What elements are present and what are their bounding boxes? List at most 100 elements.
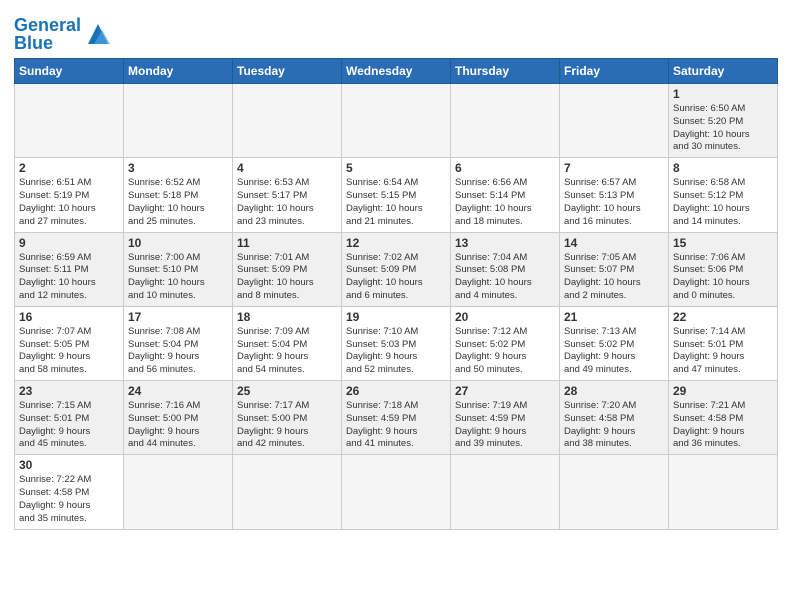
day-number: 1 [673, 87, 773, 101]
day-cell [451, 455, 560, 529]
day-cell: 16 Sunrise: 7:07 AM Sunset: 5:05 PM Dayli… [15, 306, 124, 380]
week-row-6: 30Sunrise: 7:22 AM Sunset: 4:58 PM Dayli… [15, 455, 778, 529]
day-number: 17 [128, 310, 228, 324]
day-cell: 7Sunrise: 6:57 AM Sunset: 5:13 PM Daylig… [560, 158, 669, 232]
day-info: Sunrise: 6:51 AM Sunset: 5:19 PM Dayligh… [19, 177, 119, 228]
day-info: Sunrise: 7:20 AM Sunset: 4:58 PM Dayligh… [564, 400, 664, 451]
day-number: 22 [673, 310, 773, 324]
day-cell [342, 455, 451, 529]
day-info: Sunrise: 6:57 AM Sunset: 5:13 PM Dayligh… [564, 177, 664, 228]
weekday-header-wednesday: Wednesday [342, 59, 451, 84]
day-cell: 23Sunrise: 7:15 AM Sunset: 5:01 PM Dayli… [15, 381, 124, 455]
week-row-4: 16 Sunrise: 7:07 AM Sunset: 5:05 PM Dayli… [15, 306, 778, 380]
day-number: 12 [346, 236, 446, 250]
day-cell [124, 84, 233, 158]
logo-icon [84, 20, 112, 48]
day-number: 16 [19, 310, 119, 324]
day-cell: 2Sunrise: 6:51 AM Sunset: 5:19 PM Daylig… [15, 158, 124, 232]
day-cell: 10 Sunrise: 7:00 AM Sunset: 5:10 PM Dayli… [124, 232, 233, 306]
day-number: 29 [673, 384, 773, 398]
day-info: Sunrise: 7:09 AM Sunset: 5:04 PM Dayligh… [237, 326, 337, 377]
day-cell: 13 Sunrise: 7:04 AM Sunset: 5:08 PM Dayli… [451, 232, 560, 306]
day-info: Sunrise: 7:22 AM Sunset: 4:58 PM Dayligh… [19, 474, 119, 525]
day-number: 3 [128, 161, 228, 175]
day-info: Sunrise: 7:19 AM Sunset: 4:59 PM Dayligh… [455, 400, 555, 451]
day-number: 18 [237, 310, 337, 324]
day-cell: 27 Sunrise: 7:19 AM Sunset: 4:59 PM Dayli… [451, 381, 560, 455]
day-info: Sunrise: 7:14 AM Sunset: 5:01 PM Dayligh… [673, 326, 773, 377]
day-cell: 29 Sunrise: 7:21 AM Sunset: 4:58 PM Dayli… [669, 381, 778, 455]
day-cell: 25Sunrise: 7:17 AM Sunset: 5:00 PM Dayli… [233, 381, 342, 455]
day-info: Sunrise: 7:18 AM Sunset: 4:59 PM Dayligh… [346, 400, 446, 451]
day-info: Sunrise: 7:00 AM Sunset: 5:10 PM Dayligh… [128, 252, 228, 303]
day-info: Sunrise: 7:08 AM Sunset: 5:04 PM Dayligh… [128, 326, 228, 377]
day-info: Sunrise: 7:07 AM Sunset: 5:05 PM Dayligh… [19, 326, 119, 377]
day-cell: 11 Sunrise: 7:01 AM Sunset: 5:09 PM Dayli… [233, 232, 342, 306]
day-cell: 9 Sunrise: 6:59 AM Sunset: 5:11 PM Daylig… [15, 232, 124, 306]
day-cell [233, 84, 342, 158]
day-number: 4 [237, 161, 337, 175]
day-cell: 20Sunrise: 7:12 AM Sunset: 5:02 PM Dayli… [451, 306, 560, 380]
day-info: Sunrise: 6:56 AM Sunset: 5:14 PM Dayligh… [455, 177, 555, 228]
week-row-3: 9 Sunrise: 6:59 AM Sunset: 5:11 PM Daylig… [15, 232, 778, 306]
day-number: 20 [455, 310, 555, 324]
day-cell: 5 Sunrise: 6:54 AM Sunset: 5:15 PM Daylig… [342, 158, 451, 232]
day-cell [342, 84, 451, 158]
day-cell: 15 Sunrise: 7:06 AM Sunset: 5:06 PM Dayli… [669, 232, 778, 306]
day-info: Sunrise: 7:04 AM Sunset: 5:08 PM Dayligh… [455, 252, 555, 303]
day-number: 11 [237, 236, 337, 250]
day-number: 10 [128, 236, 228, 250]
day-info: Sunrise: 7:06 AM Sunset: 5:06 PM Dayligh… [673, 252, 773, 303]
week-row-1: 1 Sunrise: 6:50 AM Sunset: 5:20 PM Daylig… [15, 84, 778, 158]
day-number: 28 [564, 384, 664, 398]
day-info: Sunrise: 6:54 AM Sunset: 5:15 PM Dayligh… [346, 177, 446, 228]
day-number: 5 [346, 161, 446, 175]
day-info: Sunrise: 6:50 AM Sunset: 5:20 PM Dayligh… [673, 103, 773, 154]
day-info: Sunrise: 6:59 AM Sunset: 5:11 PM Dayligh… [19, 252, 119, 303]
day-info: Sunrise: 7:02 AM Sunset: 5:09 PM Dayligh… [346, 252, 446, 303]
week-row-5: 23Sunrise: 7:15 AM Sunset: 5:01 PM Dayli… [15, 381, 778, 455]
day-number: 15 [673, 236, 773, 250]
day-info: Sunrise: 6:53 AM Sunset: 5:17 PM Dayligh… [237, 177, 337, 228]
day-cell [233, 455, 342, 529]
day-cell: 4 Sunrise: 6:53 AM Sunset: 5:17 PM Daylig… [233, 158, 342, 232]
logo-blue: Blue [14, 33, 53, 53]
day-number: 19 [346, 310, 446, 324]
day-info: Sunrise: 6:52 AM Sunset: 5:18 PM Dayligh… [128, 177, 228, 228]
day-cell: 12 Sunrise: 7:02 AM Sunset: 5:09 PM Dayli… [342, 232, 451, 306]
day-info: Sunrise: 7:01 AM Sunset: 5:09 PM Dayligh… [237, 252, 337, 303]
header: General Blue [14, 10, 778, 52]
day-number: 21 [564, 310, 664, 324]
day-cell: 8Sunrise: 6:58 AM Sunset: 5:12 PM Daylig… [669, 158, 778, 232]
weekday-header-friday: Friday [560, 59, 669, 84]
logo: General Blue [14, 16, 112, 52]
day-cell: 21Sunrise: 7:13 AM Sunset: 5:02 PM Dayli… [560, 306, 669, 380]
day-cell [560, 84, 669, 158]
day-info: Sunrise: 7:21 AM Sunset: 4:58 PM Dayligh… [673, 400, 773, 451]
day-info: Sunrise: 7:16 AM Sunset: 5:00 PM Dayligh… [128, 400, 228, 451]
weekday-header-row: SundayMondayTuesdayWednesdayThursdayFrid… [15, 59, 778, 84]
day-number: 9 [19, 236, 119, 250]
day-cell: 24 Sunrise: 7:16 AM Sunset: 5:00 PM Dayli… [124, 381, 233, 455]
day-cell: 18 Sunrise: 7:09 AM Sunset: 5:04 PM Dayli… [233, 306, 342, 380]
day-cell [560, 455, 669, 529]
day-number: 24 [128, 384, 228, 398]
day-number: 6 [455, 161, 555, 175]
day-cell: 17 Sunrise: 7:08 AM Sunset: 5:04 PM Dayli… [124, 306, 233, 380]
day-cell: 14Sunrise: 7:05 AM Sunset: 5:07 PM Dayli… [560, 232, 669, 306]
weekday-header-thursday: Thursday [451, 59, 560, 84]
day-info: Sunrise: 7:15 AM Sunset: 5:01 PM Dayligh… [19, 400, 119, 451]
logo-general: General [14, 15, 81, 35]
week-row-2: 2Sunrise: 6:51 AM Sunset: 5:19 PM Daylig… [15, 158, 778, 232]
calendar-page: General Blue SundayMondayTuesdayWednesda… [0, 0, 792, 612]
day-cell: 26Sunrise: 7:18 AM Sunset: 4:59 PM Dayli… [342, 381, 451, 455]
day-cell: 6 Sunrise: 6:56 AM Sunset: 5:14 PM Daylig… [451, 158, 560, 232]
day-cell: 3 Sunrise: 6:52 AM Sunset: 5:18 PM Daylig… [124, 158, 233, 232]
day-cell [669, 455, 778, 529]
weekday-header-monday: Monday [124, 59, 233, 84]
day-number: 14 [564, 236, 664, 250]
day-number: 27 [455, 384, 555, 398]
day-number: 13 [455, 236, 555, 250]
day-number: 25 [237, 384, 337, 398]
day-cell [124, 455, 233, 529]
